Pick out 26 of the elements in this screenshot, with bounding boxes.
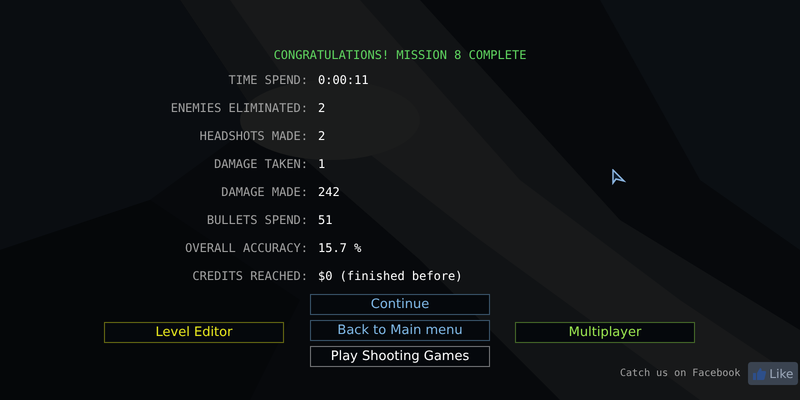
- mode-button[interactable]: Multiplayer: [515, 322, 695, 342]
- thumbs-up-icon: [753, 368, 766, 380]
- stat-value: 1: [317, 156, 326, 173]
- like-button[interactable]: Like: [748, 362, 798, 385]
- stat-value: 51: [317, 212, 332, 229]
- stat-value: $0 (finished before): [317, 268, 462, 285]
- facebook-caption: Catch us on Facebook: [620, 367, 740, 381]
- menu-button[interactable]: Play Shooting Games: [310, 346, 490, 367]
- stat-label: CREDITS REACHED:: [192, 268, 308, 285]
- stat-value: 242: [317, 184, 340, 201]
- menu-button[interactable]: Continue: [310, 294, 490, 315]
- menu-button[interactable]: Back to Main menu: [310, 320, 490, 341]
- stat-label: HEADSHOTS MADE:: [200, 128, 308, 145]
- stat-label: DAMAGE MADE:: [221, 184, 308, 201]
- stat-label: BULLETS SPEND:: [206, 212, 308, 229]
- cursor-icon: [612, 169, 626, 185]
- stat-label: DAMAGE TAKEN:: [214, 156, 308, 173]
- stat-label: TIME SPEND:: [228, 72, 308, 89]
- mode-button[interactable]: Level Editor: [104, 322, 284, 342]
- stat-value: 2: [317, 128, 326, 145]
- stat-value: 0:00:11: [317, 72, 369, 89]
- stat-value: 2: [317, 100, 326, 117]
- stat-value: 15.7 %: [317, 240, 362, 257]
- stat-label: ENEMIES ELIMINATED:: [170, 100, 308, 117]
- stat-label: OVERALL ACCURACY:: [185, 240, 308, 257]
- mission-title: CONGRATULATIONS! MISSION 8 COMPLETE: [274, 47, 526, 64]
